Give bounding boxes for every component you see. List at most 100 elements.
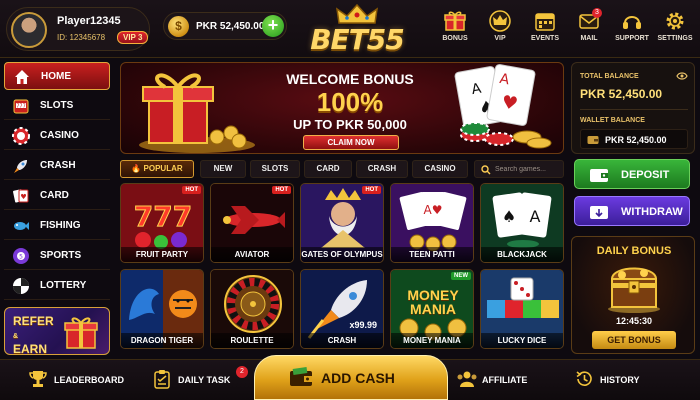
add-cash-button[interactable]: ADD CASH <box>254 355 448 400</box>
deposit-button[interactable]: DEPOSIT <box>574 159 690 189</box>
tab-new[interactable]: NEW <box>200 160 246 178</box>
divider <box>580 109 688 110</box>
game-card-money-mania[interactable]: MONEY MANIA NEW MONEY MANIA <box>390 269 474 349</box>
wallet-icon <box>587 136 599 144</box>
add-funds-button[interactable]: + <box>262 15 284 37</box>
sidebar-item-label: SPORTS <box>40 250 82 261</box>
daily-bonus-timer: 12:45:30 <box>615 316 653 326</box>
wallet-balance-value: PKR 52,450.00 <box>605 135 667 145</box>
vip-button[interactable]: VIP <box>478 10 522 50</box>
settings-label: SETTINGS <box>657 35 693 42</box>
headset-icon <box>623 16 641 29</box>
rocket-icon <box>14 160 27 173</box>
user-id: ID: 12345678 <box>57 33 106 42</box>
gift-icon <box>64 317 98 349</box>
fish-icon <box>14 222 29 230</box>
support-label: SUPPORT <box>615 35 649 42</box>
withdraw-button[interactable]: WITHDRAW <box>574 196 690 226</box>
refer-line2: EARN <box>13 342 48 356</box>
daily-task-badge: 2 <box>236 366 248 378</box>
bonus-label: BONUS <box>442 35 468 42</box>
svg-text:♥: ♥ <box>20 193 26 201</box>
sidebar-item-card[interactable]: ♥ CARD <box>4 182 110 210</box>
sidebar-item-casino[interactable]: CASINO <box>4 122 110 150</box>
support-button[interactable]: SUPPORT <box>610 10 654 50</box>
sidebar-item-label: HOME <box>41 71 71 82</box>
game-name: GATES OF OLYMPUS <box>301 247 383 262</box>
header-balance: PKR 52,450.00 <box>196 21 265 32</box>
game-card-blackjack[interactable]: ♠ A BLACKJACK <box>480 183 564 263</box>
add-cash-label: ADD CASH <box>321 370 395 386</box>
sidebar-item-slots[interactable]: 777 SLOTS <box>4 92 110 120</box>
sidebar-item-crash[interactable]: CRASH <box>4 152 110 180</box>
username: Player12345 <box>57 15 121 27</box>
bet55-logo[interactable]: BET55 <box>301 3 413 56</box>
sidebar-item-label: CARD <box>40 190 69 201</box>
game-name: CRASH <box>301 333 383 348</box>
gift-box-art-icon <box>139 73 255 153</box>
game-name: FRUIT PARTY <box>121 247 203 262</box>
mail-button[interactable]: 3 MAIL <box>567 8 611 50</box>
svg-text:5: 5 <box>19 254 23 261</box>
game-card-teen-patti[interactable]: A♥ TEEN PATTI <box>390 183 474 263</box>
tab-popular[interactable]: 🔥 POPULAR <box>120 160 194 178</box>
withdraw-wallet-icon <box>590 206 608 219</box>
sidebar-item-home[interactable]: HOME <box>4 62 110 90</box>
withdraw-label: WITHDRAW <box>621 206 683 218</box>
money-mania-art-text: MONEY MANIA <box>407 287 459 317</box>
sidebar-item-sports[interactable]: 5 SPORTS <box>4 242 110 270</box>
game-card-roulette[interactable]: ROULETTE <box>210 269 294 349</box>
calendar-icon <box>535 13 555 31</box>
events-button[interactable]: EVENTS <box>523 10 567 50</box>
bonus-button[interactable]: BONUS <box>433 10 477 50</box>
sidebar-item-label: CRASH <box>40 160 76 171</box>
welcome-bonus-banner[interactable]: WELCOME BONUS 100% UP TO PKR 50,000 CLAI… <box>120 62 564 154</box>
tab-crash[interactable]: CRASH <box>356 160 408 178</box>
wallet-panel: TOTAL BALANCE PKR 52,450.00 WALLET BALAN… <box>571 62 695 154</box>
vip-badge: VIP 3 <box>117 31 149 44</box>
game-name: TEEN PATTI <box>391 247 473 262</box>
gift-icon <box>444 11 466 31</box>
wallet-balance-box: PKR 52,450.00 <box>580 129 688 149</box>
history-clock-icon <box>576 371 592 386</box>
game-search-box[interactable] <box>474 160 564 178</box>
svg-text:A: A <box>530 207 541 226</box>
sidebar-item-lottery[interactable]: LOTTERY <box>4 272 110 300</box>
affiliate-label: AFFILIATE <box>482 375 528 385</box>
gear-icon <box>666 12 684 30</box>
tab-casino[interactable]: CASINO <box>412 160 468 178</box>
eye-icon[interactable] <box>676 72 688 80</box>
refer-earn-banner[interactable]: REFER & EARN <box>4 307 110 356</box>
game-category-tabs: 🔥 POPULAR NEW SLOTS CARD CRASH CASINO <box>120 160 564 180</box>
treasure-chest-icon <box>608 267 660 313</box>
get-bonus-button[interactable]: GET BONUS <box>592 331 676 349</box>
sidebar-item-label: FISHING <box>40 220 81 231</box>
logo-text: BET55 <box>310 23 405 56</box>
profile-card[interactable]: Player12345 ID: 12345678 VIP 3 <box>6 7 150 51</box>
avatar[interactable] <box>11 12 47 48</box>
game-card-dragon-tiger[interactable]: DRAGON TIGER <box>120 269 204 349</box>
tab-slots[interactable]: SLOTS <box>250 160 300 178</box>
game-card-gates-of-olympus[interactable]: HOT GATES OF OLYMPUS <box>300 183 384 263</box>
deposit-label: DEPOSIT <box>621 169 670 181</box>
sidebar-item-label: LOTTERY <box>40 280 87 291</box>
game-card-fruit-party[interactable]: 777 HOT FRUIT PARTY <box>120 183 204 263</box>
slot-machine-icon: 777 <box>13 99 29 114</box>
game-card-lucky-dice[interactable]: LUCKY DICE <box>480 269 564 349</box>
settings-button[interactable]: SETTINGS <box>653 10 697 50</box>
refer-earn-text: REFER & EARN <box>13 315 54 356</box>
claim-now-button[interactable]: CLAIM NOW <box>303 135 399 150</box>
total-balance-label: TOTAL BALANCE <box>580 73 639 80</box>
search-input[interactable] <box>495 163 561 176</box>
tab-card[interactable]: CARD <box>304 160 352 178</box>
clipboard-icon <box>154 370 170 389</box>
game-card-crash[interactable]: x99.99 CRASH <box>300 269 384 349</box>
home-icon <box>15 70 29 84</box>
game-card-aviator[interactable]: HOT AVIATOR <box>210 183 294 263</box>
games-grid: 777 HOT FRUIT PARTY HOT AVIATOR HOT GATE… <box>120 183 564 349</box>
cash-wallet-icon <box>290 367 312 386</box>
sidebar-nav: HOME 777 SLOTS CASINO CRASH ♥ CARD FISHI… <box>4 62 110 302</box>
crash-multiplier: x99.99 <box>349 320 377 330</box>
sidebar-item-fishing[interactable]: FISHING <box>4 212 110 240</box>
svg-text:777: 777 <box>134 200 192 233</box>
